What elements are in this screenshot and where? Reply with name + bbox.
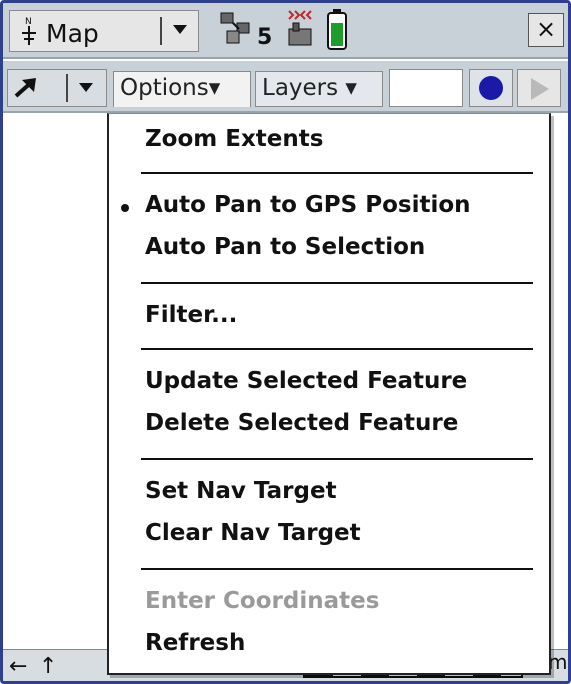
menu-item-clear-nav-target[interactable]: Clear Nav Target <box>109 520 549 554</box>
status-bar: N Map 5 × <box>3 3 568 59</box>
menu-item-label: Auto Pan to Selection <box>145 234 426 260</box>
menu-item-label: Auto Pan to GPS Position <box>145 192 471 218</box>
chevron-down-icon[interactable] <box>76 80 96 96</box>
battery-icon[interactable] <box>325 7 349 51</box>
menu-item-label: Set Nav Target <box>145 478 337 504</box>
section-label: Map <box>46 19 99 48</box>
divider <box>160 17 162 45</box>
app-window: N Map 5 × Options▾ Layers ▾ ← ↑ m Zoom E… <box>0 0 571 684</box>
svg-text:N: N <box>25 17 32 27</box>
record-button[interactable] <box>469 69 513 107</box>
section-selector[interactable]: N Map <box>9 10 199 52</box>
menu-item-label: Refresh <box>145 630 246 656</box>
options-menu[interactable]: Options▾ <box>113 71 251 107</box>
record-dot-icon <box>479 76 503 100</box>
menu-divider <box>141 568 533 570</box>
menu-divider <box>141 282 533 284</box>
satellite-count: 5 <box>257 25 273 50</box>
toolbar-blank-field <box>389 69 463 107</box>
menu-item-set-nav-target[interactable]: Set Nav Target <box>109 478 549 512</box>
layers-menu[interactable]: Layers ▾ <box>255 71 383 107</box>
menu-item-delete-selected-feature[interactable]: Delete Selected Feature <box>109 410 549 444</box>
pan-up-button[interactable]: ↑ <box>39 654 57 679</box>
menu-item-label: Enter Coordinates <box>145 588 380 614</box>
close-button[interactable]: × <box>528 13 564 47</box>
menu-item-label: Delete Selected Feature <box>145 410 459 436</box>
menu-item-update-selected-feature[interactable]: Update Selected Feature <box>109 368 549 402</box>
menu-item-filter[interactable]: Filter... <box>109 302 549 336</box>
menu-item-refresh[interactable]: Refresh <box>109 630 549 664</box>
menu-item-auto-pan-selection[interactable]: Auto Pan to Selection <box>109 234 549 268</box>
menu-item-label: Zoom Extents <box>145 126 324 152</box>
north-arrow-icon: N <box>22 17 36 45</box>
menu-item-label: Filter... <box>145 302 238 328</box>
menu-item-auto-pan-gps[interactable]: Auto Pan to GPS Position <box>109 192 549 226</box>
menu-item-zoom-extents[interactable]: Zoom Extents <box>109 126 549 160</box>
play-button[interactable] <box>517 69 561 107</box>
menu-divider <box>141 458 533 460</box>
satellite-icon[interactable] <box>217 9 253 49</box>
play-icon <box>531 78 549 100</box>
menu-divider <box>141 172 533 174</box>
menu-item-label: Update Selected Feature <box>145 368 468 394</box>
menu-divider <box>141 348 533 350</box>
pan-left-button[interactable]: ← <box>9 654 27 679</box>
pointer-arrow-icon <box>14 78 36 98</box>
toolbar: Options▾ Layers ▾ <box>3 61 568 113</box>
checked-bullet-icon <box>121 204 129 212</box>
menu-item-label: Clear Nav Target <box>145 520 361 546</box>
options-dropdown-menu: Zoom Extents Auto Pan to GPS Position Au… <box>107 113 551 675</box>
divider <box>66 74 68 102</box>
chevron-down-icon[interactable] <box>170 21 190 39</box>
gps-receiver-icon[interactable] <box>281 7 319 51</box>
menu-item-enter-coordinates: Enter Coordinates <box>109 588 549 622</box>
select-tool-button[interactable] <box>7 69 107 107</box>
